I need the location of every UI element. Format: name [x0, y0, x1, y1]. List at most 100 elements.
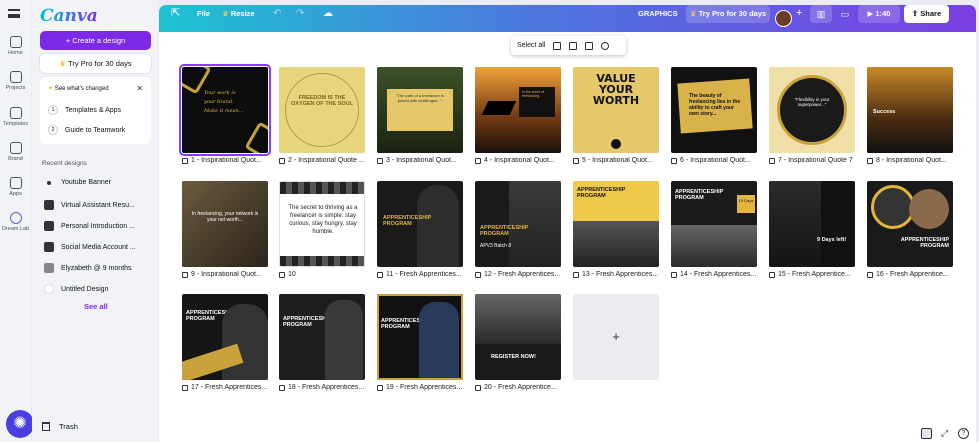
cloud-save-icon[interactable]: ☁ — [323, 0, 333, 27]
page-label[interactable]: 6 - Inspirational Quot... — [671, 157, 759, 164]
page-label[interactable]: 20 - Fresh Apprentice... — [475, 384, 563, 391]
page-thumbnail[interactable]: APPRENTICESHIP PROGRAM — [377, 181, 463, 267]
gold-frame — [244, 121, 268, 153]
page-icon — [867, 157, 873, 164]
page-thumbnail[interactable]: "The path of a freelancer is paved with … — [377, 67, 463, 153]
hide-icon[interactable] — [601, 41, 610, 50]
rail-apps[interactable]: Apps — [0, 177, 31, 197]
page-label[interactable]: 5 - Inspirational Quot... — [573, 157, 661, 164]
days-left-text: 9 Days left! — [817, 237, 847, 243]
recent-item[interactable]: Elyzabeth @ 9 months — [44, 263, 132, 273]
whats-changed-card: ✦ See what's changed ✕ 1 Templates & Apps… — [40, 77, 151, 144]
trash-item[interactable]: Trash — [42, 422, 78, 431]
page-label[interactable]: 12 - Fresh Apprentices... — [475, 271, 563, 278]
sparkle-icon: ✦ — [48, 86, 54, 92]
page-label[interactable]: 4 - Inspirational Quot... — [475, 157, 563, 164]
undo-icon[interactable]: ↶ — [273, 0, 281, 27]
success-text: Success — [873, 109, 896, 115]
recent-item[interactable]: Social Media Account ... — [44, 242, 136, 252]
page-thumbnail[interactable]: Success — [867, 67, 953, 153]
add-collaborator-button[interactable]: + — [796, 0, 802, 27]
help-icon[interactable]: ? — [958, 428, 969, 439]
page-label[interactable]: 3 - Inspirational Quot... — [377, 157, 465, 164]
insights-icon[interactable]: ▥ — [810, 5, 832, 23]
magic-fab-button[interactable]: ✺ — [6, 410, 34, 438]
duplicate-icon[interactable] — [569, 41, 578, 50]
back-home-icon[interactable]: ⇱ — [171, 0, 180, 27]
page-thumbnail[interactable]: In the world of freelancing... — [475, 67, 561, 153]
page-label[interactable]: 17 - Fresh Apprentices... — [182, 384, 270, 391]
page-thumbnail[interactable]: APPRENTICESHIP PROGRAM — [867, 181, 953, 267]
design-thumbnail — [44, 221, 54, 231]
document-title[interactable]: GRAPHICS — [638, 0, 678, 27]
page-label[interactable]: 16 - Fresh Apprentice... — [867, 271, 955, 278]
page-label[interactable]: 19 - Fresh Apprentices... — [377, 384, 465, 391]
rail-brand[interactable]: Brand — [0, 142, 31, 162]
rail-dream-lab[interactable]: Dream Lab — [0, 212, 31, 232]
quote-text: FREEDOM IS THE OXYGEN OF THE SOUL — [290, 95, 354, 107]
page-thumbnail[interactable]: REGISTER NOW! — [475, 294, 561, 380]
add-page-button[interactable]: + — [573, 294, 659, 380]
page-thumbnail[interactable]: FREEDOM IS THE OXYGEN OF THE SOUL — [279, 67, 365, 153]
page-label[interactable]: 11 - Fresh Apprentices... — [377, 271, 465, 278]
page-label[interactable]: 10 — [279, 271, 367, 278]
file-menu[interactable]: File — [197, 0, 210, 27]
person-photo — [769, 181, 821, 267]
redo-icon[interactable]: ↷ — [296, 0, 304, 27]
recent-item[interactable]: Virtual Assistant Resu... — [44, 200, 135, 210]
changed-item[interactable]: 2 Guide to Teamwork — [48, 125, 125, 135]
present-button[interactable]: ▶ 1:40 — [858, 5, 900, 23]
page-thumbnail[interactable]: In freelancing, your network is your net… — [182, 181, 268, 267]
resize-button[interactable]: ♛ Resize — [222, 0, 255, 27]
page-icon — [573, 271, 579, 278]
see-all-link[interactable]: See all — [84, 302, 108, 311]
page-thumbnail[interactable]: The secret to thriving as a freelancer i… — [279, 181, 365, 267]
grid-view-icon[interactable] — [921, 428, 932, 439]
delete-icon[interactable] — [585, 41, 594, 50]
page-label[interactable]: 7 - Inspirational Quote 7 — [769, 157, 857, 164]
page-label[interactable]: 15 - Fresh Apprentice... — [769, 271, 857, 278]
apps-icon — [9, 177, 22, 189]
rail-home[interactable]: Home — [0, 36, 31, 56]
rail-projects[interactable]: Projects — [0, 71, 31, 91]
page-label[interactable]: 18 - Fresh Apprentices... — [279, 384, 367, 391]
share-button[interactable]: ⇪ Share — [904, 5, 949, 23]
recent-item[interactable]: Personal Introduction ... — [44, 221, 135, 231]
try-pro-button[interactable]: ♛ Try Pro for 30 days — [40, 54, 151, 73]
folder-icon — [9, 71, 22, 83]
page-thumbnail[interactable]: APPRENTICESHIP PROGRAM — [182, 294, 268, 380]
page-label[interactable]: 9 - Inspirational Quot... — [182, 271, 270, 278]
page-label[interactable]: 1 - Inspirational Quot... — [182, 157, 270, 164]
page-thumbnail[interactable]: APPRENTICESHIP PROGRAM — [573, 181, 659, 267]
page-thumbnail[interactable]: The beauty of freelancing lies in the ab… — [671, 67, 757, 153]
canva-logo[interactable]: Canva — [40, 6, 98, 26]
try-pro-top-button[interactable]: ♛ Try Pro for 30 days — [686, 5, 770, 23]
page-thumbnail[interactable]: 9 Days left! — [769, 181, 855, 267]
page-thumbnail[interactable]: "Flexibility in your superpower..." — [769, 67, 855, 153]
design-thumbnail — [44, 284, 54, 294]
fullscreen-icon[interactable]: ⤢ — [941, 428, 948, 439]
page-thumbnail[interactable]: APPRENTICESHIP PROGRAM 10 Days — [671, 181, 757, 267]
recent-item[interactable]: Youtube Banner — [44, 179, 111, 186]
page-label[interactable]: 14 - Fresh Apprentices... — [671, 271, 759, 278]
rail-templates[interactable]: Templates — [0, 107, 31, 127]
page-thumbnail[interactable]: APPRENTICESHIP PROGRAM APV3 Batch 8 — [475, 181, 561, 267]
page-label[interactable]: 2 - Inspirational Quote ... — [279, 157, 367, 164]
recent-designs-heading: Recent designs — [42, 160, 87, 167]
select-all-button[interactable]: Select all — [517, 42, 545, 49]
page-thumbnail[interactable]: APPRENTICESHIP PROGRAM — [377, 294, 463, 380]
page-icon — [182, 271, 188, 278]
page-thumbnail[interactable]: Your work is your brand. Make it mean... — [179, 64, 271, 156]
user-avatar[interactable] — [775, 10, 792, 27]
page-thumbnail[interactable]: VALUE YOUR WORTH — [573, 67, 659, 153]
create-design-button[interactable]: + Create a design — [40, 31, 151, 50]
changed-item[interactable]: 1 Templates & Apps — [48, 105, 121, 115]
add-page-icon[interactable] — [553, 41, 562, 50]
recent-item[interactable]: Untitled Design — [44, 284, 108, 294]
page-thumbnail[interactable]: APPRENTICESHIP PROGRAM — [279, 294, 365, 380]
close-icon[interactable]: ✕ — [136, 84, 143, 93]
page-label[interactable]: 8 - Inspirational Quot... — [867, 157, 955, 164]
page-label[interactable]: 13 - Fresh Apprentices... — [573, 271, 661, 278]
comments-icon[interactable]: ▭ — [835, 5, 855, 23]
menu-icon[interactable] — [8, 9, 20, 18]
